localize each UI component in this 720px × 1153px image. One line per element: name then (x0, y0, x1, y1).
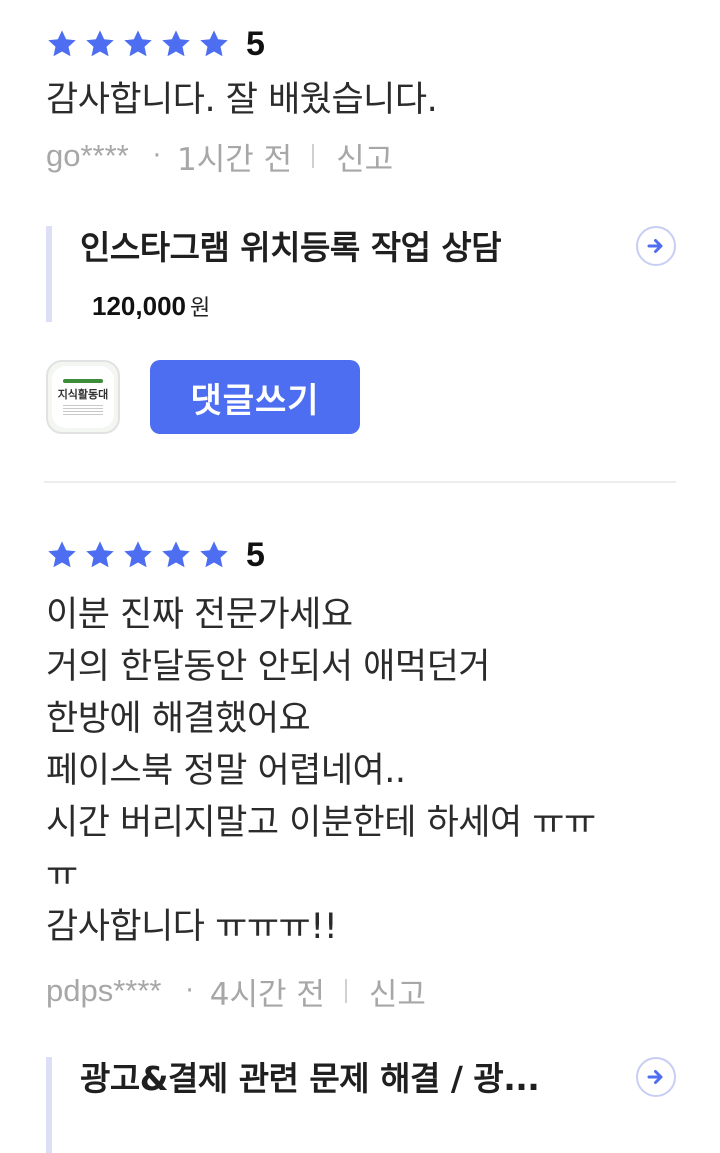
star-icon (198, 28, 230, 60)
meta-dot-separator: · (185, 976, 194, 1006)
star-icon (122, 28, 154, 60)
product-card[interactable]: 인스타그램 위치등록 작업 상담 120,000 원 (46, 226, 676, 322)
price-amount: 120,000 (92, 291, 186, 321)
review-item: 5 감사합니다. 잘 배웠습니다. go**** · 1시간 전 신고 인스타그… (46, 24, 676, 434)
reviewer-id: go**** (46, 138, 129, 173)
review-text-line: 페이스북 정말 어렵네여.. (46, 751, 406, 791)
seller-logo-text: 지식활동대 (57, 388, 109, 401)
review-text: 감사합니다. 잘 배웠습니다. (46, 74, 676, 126)
review-text-line: 감사합니다. 잘 배웠습니다. (46, 80, 438, 120)
product-price: 120,000 원 (92, 290, 676, 322)
rating-value: 5 (246, 536, 265, 574)
reply-row: 지식활동대 댓글쓰기 (46, 360, 676, 434)
star-icon (46, 28, 78, 60)
review-time: 1시간 전 (177, 141, 293, 178)
star-icon (122, 539, 154, 571)
arrow-right-circle-icon[interactable] (636, 226, 676, 266)
write-comment-button[interactable]: 댓글쓰기 (150, 360, 360, 434)
star-rating (46, 28, 236, 60)
review-text-line: 시간 버리지말고 이분한테 하세여 ㅠㅠ (46, 803, 596, 843)
reviewer-id: pdps**** (46, 973, 162, 1008)
price-unit: 원 (189, 296, 211, 321)
rating-row: 5 (46, 535, 676, 575)
meta-dot-separator: · (152, 141, 162, 171)
review-text-line: 한방에 해결했어요 (46, 699, 311, 739)
star-icon (84, 539, 116, 571)
product-title[interactable]: 광고&결제 관련 문제 해결 / 광... (80, 1057, 600, 1101)
review-text-line: 거의 한달동안 안되서 애먹던거 (46, 647, 490, 687)
review-meta: go**** · 1시간 전 신고 (46, 126, 676, 186)
seller-logo: 지식활동대 (52, 366, 114, 428)
review-meta: pdps**** · 4시간 전 신고 (46, 961, 676, 1021)
review-divider (44, 481, 676, 483)
rating-row: 5 (46, 24, 676, 64)
star-icon (160, 539, 192, 571)
report-link[interactable]: 신고 (336, 134, 393, 179)
review-item: 5 이분 진짜 전문가세요 거의 한달동안 안되서 애먹던거 한방에 해결했어요… (46, 535, 676, 1153)
rating-value: 5 (246, 25, 265, 63)
product-title[interactable]: 인스타그램 위치등록 작업 상담 (80, 226, 600, 270)
star-rating (46, 539, 236, 571)
review-text: 이분 진짜 전문가세요 거의 한달동안 안되서 애먹던거 한방에 해결했어요 페… (46, 589, 676, 953)
product-card[interactable]: 광고&결제 관련 문제 해결 / 광... (46, 1057, 676, 1153)
report-link[interactable]: 신고 (369, 969, 426, 1014)
review-time: 4시간 전 (209, 976, 325, 1013)
review-text-line: 감사합니다 ㅠㅠㅠ!! (46, 907, 338, 947)
meta-divider (312, 144, 315, 168)
arrow-right-circle-icon[interactable] (636, 1057, 676, 1097)
star-icon (46, 539, 78, 571)
star-icon (198, 539, 230, 571)
seller-avatar: 지식활동대 (46, 360, 120, 434)
review-text-line: ㅠ (46, 855, 78, 895)
star-icon (160, 28, 192, 60)
star-icon (84, 28, 116, 60)
meta-divider (344, 979, 347, 1003)
review-text-line: 이분 진짜 전문가세요 (46, 595, 353, 635)
